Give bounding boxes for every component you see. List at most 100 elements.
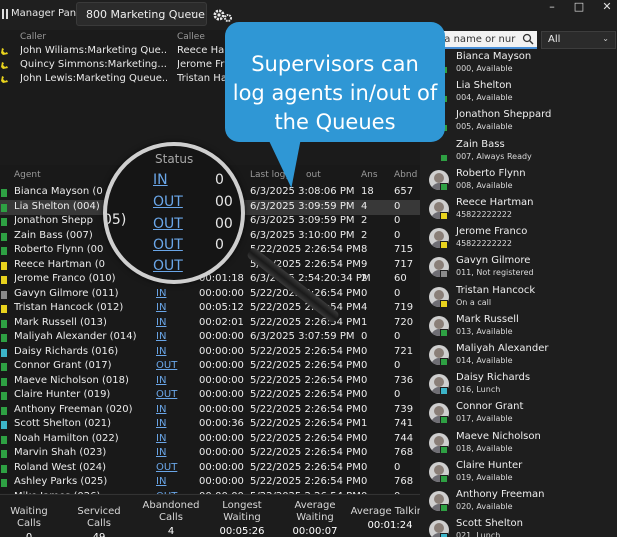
agent-status-toggle[interactable]: IN [156, 375, 166, 386]
agent-abandoned: 0 [394, 389, 401, 400]
agent-status-toggle[interactable]: OUT [156, 462, 177, 473]
magnified-status[interactable]: OUT [153, 258, 183, 274]
contact-item[interactable]: Jerome Franco 45822222222 [427, 225, 612, 253]
agent-name: Anthony Freeman (020) [14, 403, 133, 415]
contact-status: On a call [456, 297, 492, 307]
contact-item[interactable]: Zain Bass 007, Always Ready [427, 138, 612, 166]
agent-answered: 2 [361, 229, 368, 241]
agent-row[interactable]: Claire Hunter (019) OUT 00:00:00 5/22/2025 … [0, 388, 420, 403]
presence-badge [440, 270, 448, 279]
agent-status-toggle[interactable]: IN [156, 433, 166, 444]
agent-last-login: 6/3/2025 2:54:20:34 PM [250, 273, 371, 284]
callee-column-header[interactable]: Callee [177, 32, 205, 42]
agent-row[interactable]: Anthony Freeman (020) IN 00:00:00 5/22/2025… [0, 403, 420, 418]
contact-item[interactable]: Anthony Freeman 020, Available [427, 488, 612, 516]
agent-abandoned: 739 [394, 403, 414, 415]
agent-status-toggle[interactable]: IN [156, 331, 166, 342]
presence-badge [440, 416, 448, 425]
presence-indicator [1, 435, 7, 444]
app-title: Manager Panel [11, 8, 85, 19]
agent-row[interactable]: Connor Grant (017) OUT 00:00:00 5/22/2025 2… [0, 359, 420, 374]
abandoned-column-header[interactable]: Abnd [394, 170, 417, 180]
agent-row[interactable]: Marvin Shah (023) IN 00:00:00 5/22/2025 2:2… [0, 446, 420, 461]
agent-last-login: 5/22/2025 2:26:54 PM [250, 244, 361, 255]
agent-row[interactable]: Maliyah Alexander (014) IN 00:00:00 6/3/202… [0, 330, 420, 345]
agent-answered: 2 [361, 273, 368, 284]
contact-item[interactable]: Connor Grant 017, Available [427, 400, 612, 428]
agent-abandoned: 0 [394, 360, 401, 371]
contact-item[interactable]: Claire Hunter 019, Available [427, 459, 612, 487]
presence-indicator [1, 189, 7, 197]
agent-status-toggle[interactable]: OUT [156, 360, 177, 371]
contact-name: Bianca Mayson [456, 51, 532, 62]
search-icon[interactable] [522, 33, 534, 45]
contact-item[interactable]: Maeve Nicholson 018, Available [427, 430, 612, 458]
agent-last-login: 5/22/2025 2:26:54 PM [250, 476, 361, 487]
contact-status: 016, Lunch [456, 385, 501, 395]
presence-filter-select[interactable]: All ⌄ [541, 31, 616, 49]
agent-status-toggle[interactable]: IN [156, 317, 166, 328]
contact-item[interactable]: Maliyah Alexander 014, Available [427, 342, 612, 370]
search-input[interactable] [435, 32, 519, 46]
agent-status-toggle[interactable]: IN [156, 346, 166, 357]
minimize-button[interactable]: – [545, 1, 559, 15]
queue-select[interactable]: 800 Marketing Queue ⌄ [76, 2, 207, 26]
magnified-status[interactable]: OUT [153, 216, 183, 232]
logout-column-header[interactable]: out [306, 170, 321, 180]
agent-abandoned: 0 [394, 461, 401, 473]
agent-abandoned: 721 [394, 345, 414, 357]
agent-row[interactable]: Mark Russell (013) IN 00:02:01 5/22/2025 2:… [0, 316, 420, 331]
contact-item[interactable]: Roberto Flynn 008, Available [427, 167, 612, 195]
queue-stats-bar: Waiting Calls 0 Serviced Calls 49 Abando… [0, 494, 432, 537]
agent-status-toggle[interactable]: IN [156, 288, 166, 299]
agent-status-toggle[interactable]: IN [156, 447, 166, 458]
agent-row[interactable]: Daisy Richards (016) IN 00:00:00 5/22/2025 … [0, 345, 420, 360]
contact-item[interactable]: Daisy Richards 016, Lunch [427, 371, 612, 399]
ringing-phone-icon [1, 76, 8, 83]
contact-item[interactable]: Bianca Mayson 000, Available [427, 50, 612, 78]
agent-name: Maeve Nicholson (018) [14, 374, 129, 386]
agent-time: 00:00:00 [199, 476, 244, 487]
agent-status-toggle[interactable]: IN [156, 418, 166, 429]
presence-indicator [1, 247, 7, 255]
presence-indicator [1, 377, 7, 386]
maximize-button[interactable]: □ [572, 1, 586, 15]
agent-status-toggle[interactable]: IN [156, 476, 166, 487]
agent-answered: 9 [361, 258, 368, 270]
contact-item[interactable]: Jonathon Sheppard 005, Available [427, 108, 612, 136]
agent-answered: 0 [361, 331, 368, 342]
agent-row[interactable]: Scott Shelton (021) IN 00:00:36 5/22/2025 2… [0, 417, 420, 432]
agent-row[interactable]: Tristan Hancock (012) IN 00:05:12 5/22/2025… [0, 301, 420, 316]
contact-item[interactable]: Tristan Hancock On a call [427, 284, 612, 312]
contact-search[interactable] [435, 31, 537, 49]
contact-item[interactable]: Mark Russell 013, Available [427, 313, 612, 341]
agent-row[interactable]: Noah Hamilton (022) IN 00:00:00 5/22/2025 2… [0, 432, 420, 447]
callout-line: log agents in/out of [232, 81, 438, 105]
stat-value: 4 [167, 526, 175, 537]
contact-item[interactable]: Lia Shelton 004, Available [427, 79, 612, 107]
magnified-status[interactable]: IN [153, 172, 168, 188]
contact-item[interactable]: Gavyn Gilmore 011, Not registered [427, 254, 612, 282]
agent-row[interactable]: Jerome Franco (010) 00:01:18 6/3/2025 2:54… [0, 272, 420, 287]
agent-status-toggle[interactable]: IN [156, 302, 166, 313]
agent-row[interactable]: Ashley Parks (025) IN 00:00:00 5/22/2025 2:… [0, 475, 420, 490]
agent-status-toggle[interactable]: OUT [156, 389, 177, 400]
close-button[interactable]: ✕ [600, 1, 614, 15]
agent-row[interactable]: Gavyn Gilmore (011) IN 00:00:00 5/22/2025 2… [0, 287, 420, 302]
magnified-status[interactable]: OUT [153, 237, 183, 253]
agent-column-header[interactable]: Agent [14, 170, 41, 180]
answered-column-header[interactable]: Ans [361, 170, 378, 180]
agent-row[interactable]: Maeve Nicholson (018) IN 00:00:00 5/22/2025… [0, 374, 420, 389]
contact-name: Tristan Hancock [456, 284, 536, 296]
agent-row[interactable]: Roland West (024) OUT 00:00:00 5/22/2025 2:… [0, 461, 420, 476]
agent-status-toggle[interactable]: IN [156, 404, 166, 415]
caller-column-header[interactable]: Caller [20, 32, 46, 42]
magnified-status[interactable]: OUT [153, 194, 183, 210]
stat-value: 0 [0, 532, 58, 537]
settings-gear-icon[interactable] [212, 6, 234, 24]
contact-status: 014, Available [456, 356, 513, 365]
contact-item[interactable]: Scott Shelton 021, Lunch [427, 517, 612, 537]
contact-item[interactable]: Reece Hartman 45822222222 [427, 196, 612, 224]
presence-indicator [1, 276, 7, 284]
caller-name: John Lewis:Marketing Queue... [20, 73, 167, 84]
